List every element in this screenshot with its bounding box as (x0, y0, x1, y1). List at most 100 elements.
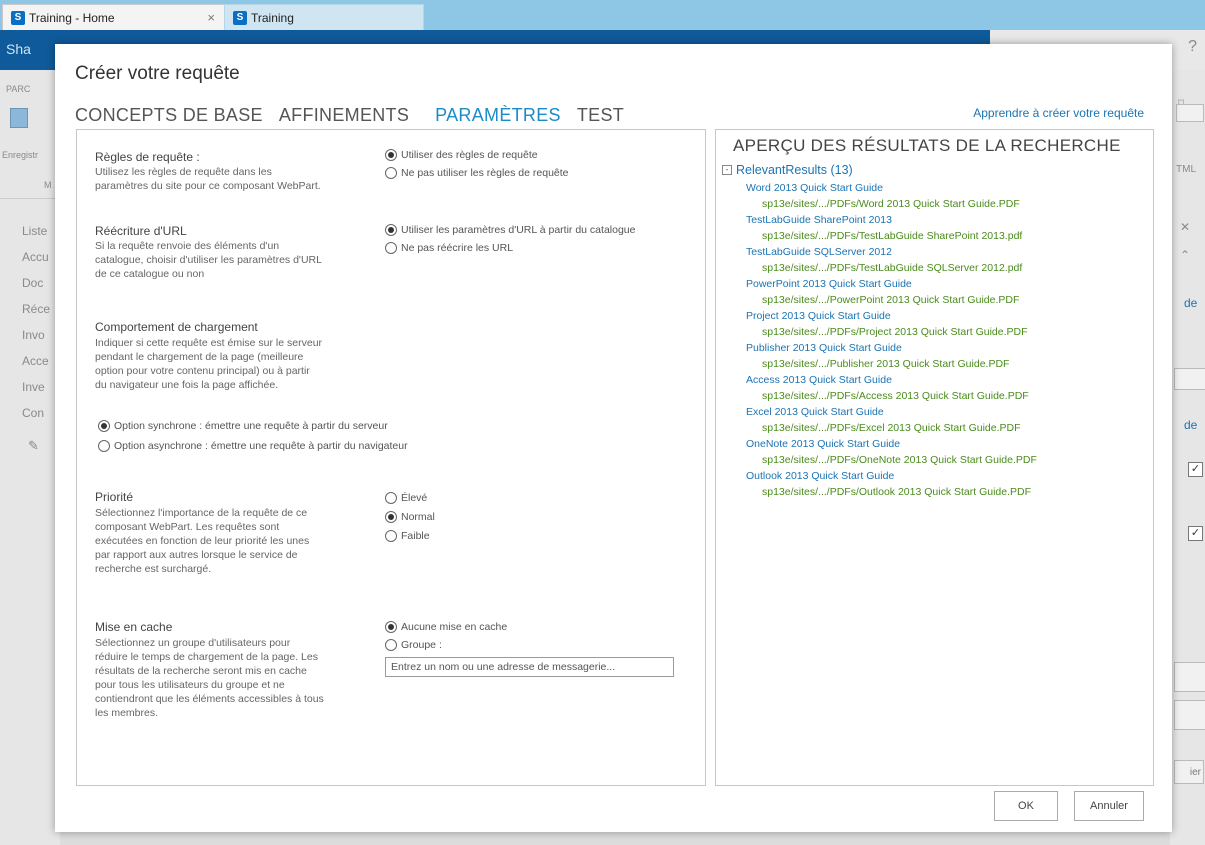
radio-label: Ne pas utiliser les règles de requête (401, 167, 569, 179)
description-line: contiendront que les éléments accessible… (95, 693, 324, 705)
learn-query-link[interactable]: Apprendre à créer votre requête (973, 106, 1144, 120)
radio-empty-icon[interactable] (385, 492, 397, 504)
nav-item[interactable]: Con (22, 406, 44, 420)
chevron-up-icon[interactable]: ⌃ (1180, 248, 1190, 262)
result-item: Access 2013 Quick Start Guide sp13e/site… (746, 372, 1037, 404)
tab-test[interactable]: TEST (577, 105, 624, 126)
result-item: Publisher 2013 Quick Start Guide sp13e/s… (746, 340, 1037, 372)
radio-use-catalog-url[interactable]: Utiliser les paramètres d'URL à partir d… (385, 224, 635, 236)
ribbon-group-label: M (44, 180, 52, 190)
browser-tab-label: Training - Home (29, 11, 115, 25)
close-tab-icon[interactable]: × (207, 10, 215, 25)
radio-label: Aucune mise en cache (401, 621, 508, 633)
result-item: TestLabGuide SharePoint 2013 sp13e/sites… (746, 212, 1037, 244)
radio-use-query-rules[interactable]: Utiliser des règles de requête (385, 149, 538, 161)
result-title[interactable]: Publisher 2013 Quick Start Guide (746, 340, 1037, 356)
query-rules-description: Utilisez les règles de requête dans les … (95, 165, 321, 193)
radio-empty-icon[interactable] (385, 530, 397, 542)
result-item: Excel 2013 Quick Start Guide sp13e/sites… (746, 404, 1037, 436)
nav-item[interactable]: Inve (22, 380, 45, 394)
description-line: Utilisez les règles de requête dans les (95, 166, 272, 178)
browser-tab-training-home[interactable]: S Training - Home × (2, 4, 226, 31)
result-title[interactable]: Project 2013 Quick Start Guide (746, 308, 1037, 324)
radio-selected-icon[interactable] (98, 420, 110, 432)
result-title[interactable]: Outlook 2013 Quick Start Guide (746, 468, 1037, 484)
description-line: réduire le temps de chargement de la pag… (95, 651, 318, 663)
caching-title: Mise en cache (95, 620, 173, 634)
browser-tab-label: Training (251, 11, 294, 25)
description-line: Sélectionnez l'importance de la requête … (95, 507, 308, 519)
cancel-button[interactable]: Annuler (1074, 791, 1144, 821)
result-title[interactable]: OneNote 2013 Quick Start Guide (746, 436, 1037, 452)
description-line: pendant le chargement de la page (meille… (95, 351, 304, 363)
tab-affinements[interactable]: AFFINEMENTS (279, 105, 409, 126)
result-item: PowerPoint 2013 Quick Start Guide sp13e/… (746, 276, 1037, 308)
result-title[interactable]: Word 2013 Quick Start Guide (746, 180, 1037, 196)
save-icon[interactable] (10, 108, 28, 128)
radio-priority-low[interactable]: Faible (385, 530, 430, 542)
checkbox-checked-icon[interactable]: ✓ (1188, 462, 1203, 477)
result-title[interactable]: TestLabGuide SharePoint 2013 (746, 212, 1037, 228)
background-input[interactable] (1174, 368, 1205, 390)
tab-concepts-de-base[interactable]: CONCEPTS DE BASE (75, 105, 263, 126)
results-root-label[interactable]: RelevantResults (13) (736, 163, 853, 177)
radio-priority-normal[interactable]: Normal (385, 511, 435, 523)
results-root[interactable]: - RelevantResults (13) (722, 163, 853, 177)
description-line: pour tous les utilisateurs du groupe et … (95, 679, 285, 691)
radio-selected-icon[interactable] (385, 224, 397, 236)
result-title[interactable]: Access 2013 Quick Start Guide (746, 372, 1037, 388)
preview-title: APERÇU DES RÉSULTATS DE LA RECHERCHE (733, 136, 1121, 155)
radio-asynchronous[interactable]: Option asynchrone : émettre une requête … (98, 440, 408, 452)
ribbon-tab[interactable]: PARC (6, 84, 30, 94)
url-rewrite-description: Si la requête renvoie des éléments d'un … (95, 239, 322, 281)
nav-item[interactable]: Liste (22, 224, 47, 238)
result-item: TestLabGuide SQLServer 2012 sp13e/sites/… (746, 244, 1037, 276)
nav-item[interactable]: Invo (22, 328, 45, 342)
radio-no-url-rewrite[interactable]: Ne pas réécrire les URL (385, 242, 513, 254)
description-line: Indiquer si cette requête est émise sur … (95, 337, 323, 349)
save-label[interactable]: Enregistr (2, 150, 38, 160)
radio-group-cache[interactable]: Groupe : (385, 639, 442, 651)
description-line: les membres. (95, 707, 159, 719)
radio-synchronous[interactable]: Option synchrone : émettre une requête à… (98, 420, 388, 432)
nav-item[interactable]: Doc (22, 276, 43, 290)
radio-empty-icon[interactable] (385, 639, 397, 651)
checkbox-checked-icon[interactable]: ✓ (1188, 526, 1203, 541)
radio-no-cache[interactable]: Aucune mise en cache (385, 621, 507, 633)
description-line: recherche est surchargé. (95, 563, 212, 575)
background-link[interactable]: de (1184, 418, 1197, 432)
result-url: sp13e/sites/.../PowerPoint 2013 Quick St… (762, 294, 1020, 306)
tab-parametres[interactable]: PARAMÈTRES (435, 105, 561, 126)
ok-button[interactable]: OK (994, 791, 1058, 821)
background-link[interactable]: de (1184, 296, 1197, 310)
result-title[interactable]: PowerPoint 2013 Quick Start Guide (746, 276, 1037, 292)
result-title[interactable]: TestLabGuide SQLServer 2012 (746, 244, 1037, 260)
nav-item[interactable]: Acce (22, 354, 49, 368)
close-icon[interactable]: ✕ (1180, 220, 1190, 234)
browser-tab-training[interactable]: S Training (224, 4, 424, 31)
radio-label: Utiliser les paramètres d'URL à partir d… (401, 224, 636, 236)
radio-empty-icon[interactable] (98, 440, 110, 452)
radio-priority-high[interactable]: Élevé (385, 492, 427, 504)
description-line: option pour votre contenu principal) ou … (95, 365, 310, 377)
edit-pencil-icon[interactable]: ✎ (28, 438, 39, 454)
background-left-nav: PARC Enregistr M Liste Accu Doc Réce Inv… (0, 70, 60, 845)
help-icon[interactable]: ? (1188, 38, 1197, 56)
description-line: paramètres du site pour ce composant Web… (95, 180, 321, 192)
result-url: sp13e/sites/.../PDFs/TestLabGuide ShareP… (762, 230, 1023, 242)
background-dropdown[interactable] (1176, 104, 1204, 122)
nav-item[interactable]: Réce (22, 302, 50, 316)
radio-empty-icon[interactable] (385, 167, 397, 179)
collapse-icon[interactable]: - (722, 165, 732, 175)
group-name-input[interactable] (385, 657, 674, 677)
result-title[interactable]: Excel 2013 Quick Start Guide (746, 404, 1037, 420)
background-button[interactable]: ier (1174, 760, 1204, 784)
nav-item[interactable]: Accu (22, 250, 49, 264)
radio-selected-icon[interactable] (385, 511, 397, 523)
radio-selected-icon[interactable] (385, 149, 397, 161)
radio-empty-icon[interactable] (385, 242, 397, 254)
radio-no-query-rules[interactable]: Ne pas utiliser les règles de requête (385, 167, 569, 179)
description-line: Si la requête renvoie des éléments d'un (95, 240, 280, 252)
radio-selected-icon[interactable] (385, 621, 397, 633)
ribbon-divider (0, 198, 60, 199)
